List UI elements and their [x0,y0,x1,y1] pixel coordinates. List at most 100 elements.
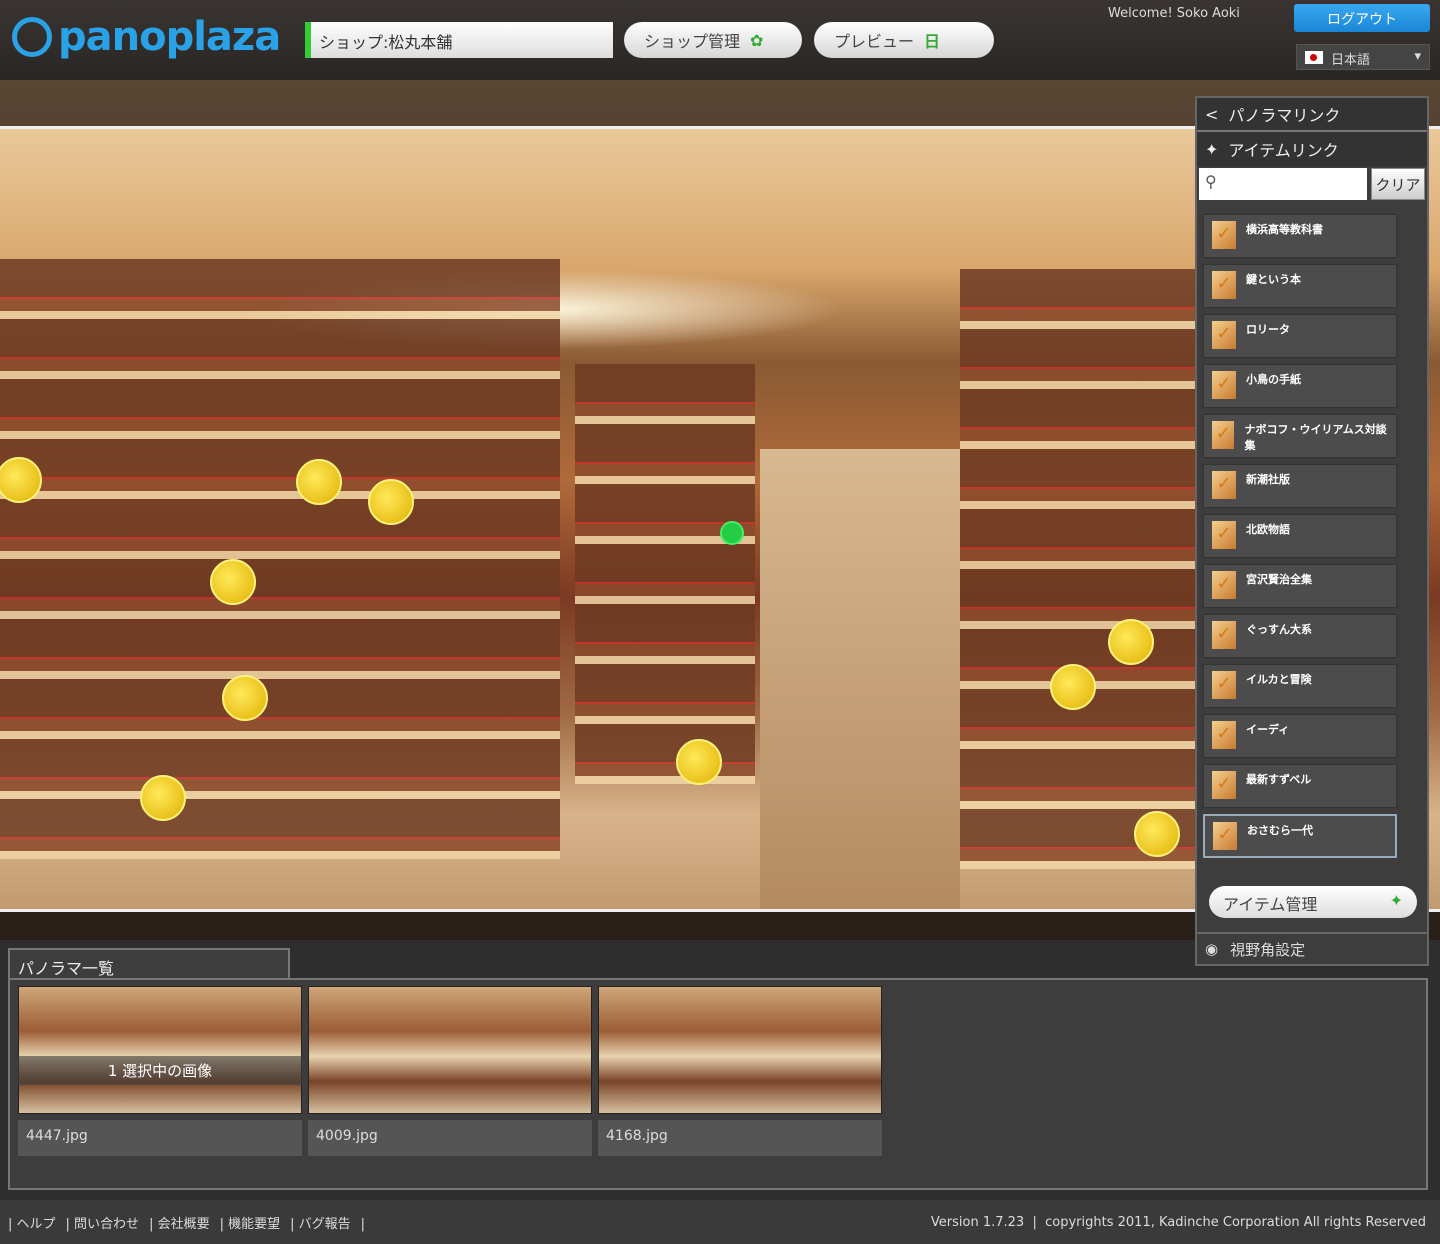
item-thumbnail-icon: ✓ [1212,521,1236,549]
item-label: 宮沢賢治全集 [1246,573,1312,586]
language-label: 日本語 [1331,53,1371,68]
hotspot-link[interactable] [720,521,744,545]
item-thumbnail-icon: ✓ [1212,721,1236,749]
item-label: 新潮社版 [1246,473,1290,486]
hotspot-coin[interactable] [1050,664,1096,710]
item-link-entry[interactable]: ✓ ぐっすん大系 [1203,614,1397,658]
copyright-text: copyrights 2011, Kadinche Corporation Al… [1045,1214,1426,1230]
view-setting-label: 視野角設定 [1230,940,1306,959]
chevron-down-icon: ▾ [1414,49,1421,64]
item-label: 最新すずベル [1246,773,1312,786]
item-link-entry[interactable]: ✓ 新潮社版 [1203,464,1397,508]
selected-overlay: 1 選択中の画像 [18,1056,302,1085]
item-thumbnail-icon: ✓ [1213,822,1237,850]
item-thumbnail-icon: ✓ [1212,221,1236,249]
hotspot-coin[interactable] [1134,811,1180,857]
hotspot-coin[interactable] [222,675,268,721]
item-label: ロリータ [1246,323,1290,336]
panorama-thumbnail[interactable]: 4009.jpg [308,986,592,1164]
item-manage-label: アイテム管理 [1223,895,1318,914]
panorama-thumbnail-image [18,986,302,1114]
item-thumbnail-icon: ✓ [1212,471,1236,499]
item-manage-button[interactable]: アイテム管理 ✦ [1209,886,1417,918]
footer-link[interactable]: 機能要望 [228,1217,280,1232]
shop-manage-button[interactable]: ショップ管理 ✿ [624,22,802,58]
hotspot-coin[interactable] [676,739,722,785]
item-label: ぐっすん大系 [1246,623,1312,636]
logo[interactable]: panoplaza [12,14,281,60]
shop-manage-label: ショップ管理 [644,32,741,51]
item-thumbnail-icon: ✓ [1212,421,1235,449]
thumbnail-filename: 4168.jpg [598,1120,882,1156]
item-thumbnail-icon: ✓ [1212,321,1236,349]
item-label: 鍵という本 [1246,273,1301,286]
item-link-entry[interactable]: ✓ 宮沢賢治全集 [1203,564,1397,608]
aisle [760,449,960,909]
item-label: 横浜高等教科書 [1246,223,1323,236]
item-thumbnail-icon: ✓ [1212,771,1236,799]
logo-text: panoplaza [58,14,281,60]
search-icon: ⚲ [1205,172,1217,191]
footer-link[interactable]: ヘルプ [17,1217,56,1232]
item-label: 小鳥の手紙 [1246,373,1301,386]
pin-icon: ✦ [1205,139,1219,159]
panorama-list: 1 選択中の画像 4447.jpg 4009.jpg 4168.jpg [8,978,1428,1190]
bookshelf [575,364,755,784]
item-link-entry[interactable]: ✓ ナボコフ・ウイリアムス対談集 [1203,414,1397,458]
item-link-entry[interactable]: ✓ イルカと冒険 [1203,664,1397,708]
thumbnail-filename: 4009.jpg [308,1120,592,1156]
item-link-label: アイテムリンク [1228,141,1339,160]
item-link-entry[interactable]: ✓ 横浜高等教科書 [1203,214,1397,258]
panorama-link-header[interactable]: < パノラマリンク [1197,98,1427,132]
logout-button[interactable]: ログアウト [1294,4,1430,32]
footer: | ヘルプ | 問い合わせ | 会社概要 | 機能要望 | バグ報告 | Version … [0,1200,1440,1244]
hotspot-coin[interactable] [368,479,414,525]
item-link-entry[interactable]: ✓ 鍵という本 [1203,264,1397,308]
item-link-entry[interactable]: ✓ 最新すずベル [1203,764,1397,808]
shop-field[interactable]: ショップ:松丸本舗 [305,22,613,58]
preview-button[interactable]: プレビュー日 [814,22,994,58]
item-thumbnail-icon: ✓ [1212,621,1236,649]
item-label: おさむら一代 [1247,824,1313,837]
footer-link[interactable]: バグ報告 [299,1217,351,1232]
welcome-text: Welcome! Soko Aoki [1108,6,1240,21]
search-input[interactable] [1199,168,1367,200]
item-link-header[interactable]: ✦ アイテムリンク [1197,132,1427,166]
view-setting-header[interactable]: ◉ 視野角設定 [1197,932,1427,964]
panorama-thumbnail[interactable]: 4168.jpg [598,986,882,1164]
item-link-entry[interactable]: ✓ 小鳥の手紙 [1203,364,1397,408]
bookshelf [0,259,560,859]
preview-icon: 日 [924,32,941,51]
item-link-entry[interactable]: ✓ 北欧物語 [1203,514,1397,558]
item-label: 北欧物語 [1246,523,1290,536]
panorama-thumbnail[interactable]: 1 選択中の画像 4447.jpg [18,986,302,1164]
version-text: Version 1.7.23 [930,1214,1025,1230]
pin-icon: ✦ [1389,891,1403,910]
panorama-thumbnail-image [308,986,592,1114]
footer-link[interactable]: 会社概要 [158,1217,210,1232]
item-thumbnail-icon: ✓ [1212,271,1236,299]
item-link-entry[interactable]: ✓ おさむら一代 [1203,814,1397,858]
item-link-entry[interactable]: ✓ イーディ [1203,714,1397,758]
share-icon: < [1205,104,1219,124]
japan-flag-icon [1305,51,1323,64]
item-thumbnail-icon: ✓ [1212,671,1236,699]
hotspot-coin[interactable] [296,459,342,505]
bookshelf [960,269,1195,869]
gear-icon: ✿ [750,30,764,50]
item-label: イルカと冒険 [1246,673,1312,686]
thumbnail-filename: 4447.jpg [18,1120,302,1156]
hotspot-coin[interactable] [210,559,256,605]
footer-link[interactable]: 問い合わせ [74,1217,139,1232]
sidebar: < パノラマリンク ✦ アイテムリンク ⚲ クリア ✓ 横浜高等教科書 ✓ 鍵という本 ✓ ロリ… [1195,96,1429,966]
item-label: ナボコフ・ウイリアムス対談集 [1244,423,1387,452]
preview-label: プレビュー [834,32,915,51]
header: panoplaza ショップ:松丸本舗 ショップ管理 ✿ プレビュー日 Welco… [0,0,1440,80]
panorama-list-tab[interactable]: パノラマ一覧 [8,948,290,980]
hotspot-coin[interactable] [1108,619,1154,665]
item-thumbnail-icon: ✓ [1212,371,1236,399]
clear-button[interactable]: クリア [1371,168,1425,200]
item-link-entry[interactable]: ✓ ロリータ [1203,314,1397,358]
hotspot-coin[interactable] [140,775,186,821]
language-select[interactable]: 日本語 ▾ [1296,44,1430,70]
